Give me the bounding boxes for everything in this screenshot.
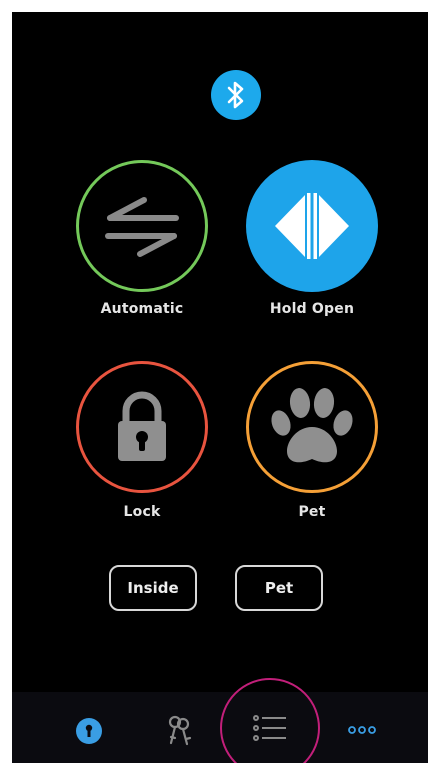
keys-icon xyxy=(168,715,192,746)
automatic-mode-label: Automatic xyxy=(100,301,184,317)
door-open-icon xyxy=(275,193,349,259)
lock-mode-button[interactable] xyxy=(76,361,208,493)
automatic-mode-button[interactable] xyxy=(76,160,208,292)
bluetooth-status[interactable] xyxy=(211,70,261,120)
inside-button[interactable]: Inside xyxy=(109,565,197,611)
hold-open-mode-label: Hold Open xyxy=(269,301,355,317)
paw-icon xyxy=(271,388,353,463)
bluetooth-icon xyxy=(227,81,244,109)
pet-button[interactable]: Pet xyxy=(235,565,323,611)
tab-more[interactable] xyxy=(342,720,382,740)
pet-mode-label: Pet xyxy=(298,504,326,520)
padlock-icon xyxy=(118,391,166,461)
more-icon xyxy=(348,726,376,734)
list-icon xyxy=(253,715,286,741)
tab-door[interactable] xyxy=(76,718,102,744)
door-icon xyxy=(85,724,93,737)
lock-mode-label: Lock xyxy=(123,504,161,520)
tab-list[interactable] xyxy=(220,678,320,763)
swap-arrows-icon xyxy=(105,197,179,257)
hold-open-mode-button[interactable] xyxy=(246,160,378,292)
bottom-tab-bar xyxy=(12,678,428,763)
tab-keys[interactable] xyxy=(164,714,194,748)
app-screen: Automatic Hold Open Lock Pet Inside Pet xyxy=(12,12,428,763)
pet-mode-button[interactable] xyxy=(246,361,378,493)
